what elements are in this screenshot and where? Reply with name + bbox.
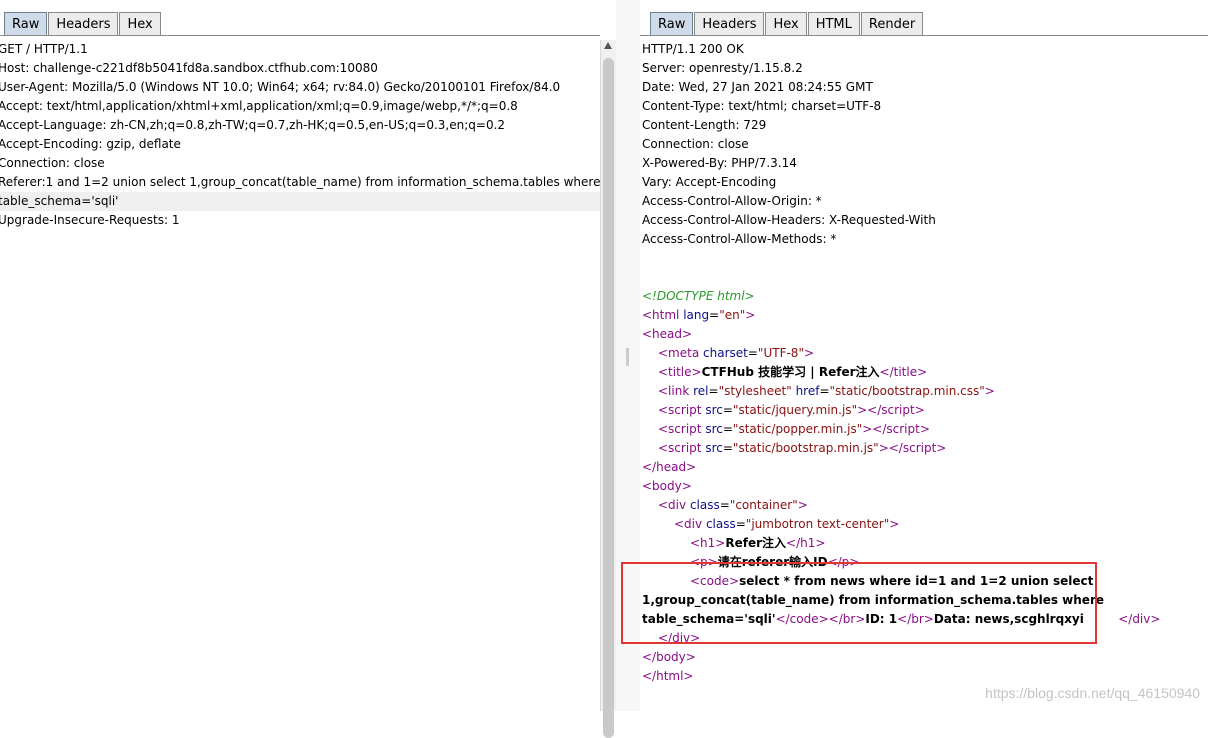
meta-line: <meta charset="UTF-8">	[658, 346, 815, 360]
head-close-line: </head>	[642, 460, 697, 474]
request-line[interactable]: GET / HTTP/1.1	[0, 40, 600, 59]
script-line: <script src="static/bootstrap.min.js"></…	[658, 441, 947, 455]
request-scrollbar[interactable]	[600, 40, 616, 738]
div-jumbotron-class: jumbotron text-center	[751, 517, 884, 531]
response-header-line: Access-Control-Allow-Headers: X-Requeste…	[642, 213, 936, 227]
request-tabs: Raw Headers Hex	[4, 9, 162, 36]
response-header-line: Date: Wed, 27 Jan 2021 08:24:55 GMT	[642, 80, 873, 94]
request-pane: Raw Headers Hex GET / HTTP/1.1 Host: cha…	[0, 0, 600, 711]
doctype-line: <!DOCTYPE html>	[642, 289, 755, 303]
response-tab-divider	[640, 35, 1208, 36]
link-href-value: static/bootstrap.min.css	[835, 384, 980, 398]
body-close-line: </body>	[642, 650, 696, 664]
div-jumbotron-line: <div class="jumbotron text-center">	[674, 517, 900, 531]
response-tab-hex[interactable]: Hex	[765, 12, 807, 36]
scrollbar-thumb[interactable]	[603, 58, 614, 738]
request-tab-hex[interactable]: Hex	[119, 12, 161, 36]
response-header-line: Connection: close	[642, 137, 749, 151]
meta-charset-value: UTF-8	[763, 346, 799, 360]
response-header-line: Content-Type: text/html; charset=UTF-8	[642, 99, 882, 113]
script-src-value: static/bootstrap.min.js	[738, 441, 874, 455]
script-src-value: static/jquery.min.js	[738, 403, 852, 417]
link-line: <link rel="stylesheet" href="static/boot…	[658, 384, 995, 398]
request-line[interactable]: Referer:1 and 1=2 union select 1,group_c…	[0, 173, 600, 192]
h1-text: Refer注入	[725, 536, 787, 550]
link-rel-value: stylesheet	[724, 384, 787, 398]
scroll-up-arrow-icon[interactable]	[604, 42, 612, 49]
script-line: <script src="static/popper.min.js"></scr…	[658, 422, 930, 436]
html-lang-value: en	[724, 308, 740, 322]
response-header-line: HTTP/1.1 200 OK	[642, 42, 744, 56]
script-src-value: static/popper.min.js	[738, 422, 857, 436]
h1-line: <h1>Refer注入</h1>	[690, 536, 826, 550]
response-tab-headers[interactable]: Headers	[694, 12, 765, 36]
request-line-current[interactable]: table_schema='sqli'	[0, 192, 600, 211]
div-container-class: container	[735, 498, 793, 512]
request-line[interactable]: Accept-Language: zh-CN,zh;q=0.8,zh-TW;q=…	[0, 116, 600, 135]
request-tab-divider	[0, 35, 600, 36]
body-open-line: <body>	[642, 479, 692, 493]
watermark: https://blog.csdn.net/qq_46150940	[985, 685, 1200, 701]
response-header-line: Content-Length: 729	[642, 118, 767, 132]
request-tab-headers[interactable]: Headers	[48, 12, 119, 36]
request-line[interactable]: Accept-Encoding: gzip, deflate	[0, 135, 600, 154]
request-editor[interactable]: GET / HTTP/1.1 Host: challenge-c221df8b5…	[0, 40, 600, 230]
response-header-line: X-Powered-By: PHP/7.3.14	[642, 156, 797, 170]
head-open-line: <head>	[642, 327, 693, 341]
request-tab-raw[interactable]: Raw	[4, 12, 48, 36]
request-line[interactable]: User-Agent: Mozilla/5.0 (Windows NT 10.0…	[0, 78, 600, 97]
response-header-line: Access-Control-Allow-Methods: *	[642, 232, 837, 246]
request-line[interactable]: Host: challenge-c221df8b5041fd8a.sandbox…	[0, 59, 600, 78]
response-tab-html[interactable]: HTML	[807, 12, 860, 36]
request-line[interactable]: Upgrade-Insecure-Requests: 1	[0, 211, 600, 230]
request-line[interactable]: Connection: close	[0, 154, 600, 173]
response-header-line: Server: openresty/1.15.8.2	[642, 61, 803, 75]
red-highlight-box	[621, 562, 1097, 644]
response-header-line: Vary: Accept-Encoding	[642, 175, 777, 189]
request-line[interactable]: Accept: text/html,application/xhtml+xml,…	[0, 97, 600, 116]
response-tabs: Raw Headers Hex HTML Render	[650, 9, 924, 36]
title-text: CTFHub 技能学习 | Refer注入	[701, 365, 880, 379]
script-line: <script src="static/jquery.min.js"></scr…	[658, 403, 925, 417]
html-close-line: </html>	[642, 669, 694, 683]
splitter-grip-icon[interactable]	[626, 348, 629, 366]
response-header-line: Access-Control-Allow-Origin: *	[642, 194, 822, 208]
title-line: <title>CTFHub 技能学习 | Refer注入</title>	[658, 365, 928, 379]
response-tab-render[interactable]: Render	[860, 12, 924, 36]
div-container-line: <div class="container">	[658, 498, 808, 512]
response-tab-raw[interactable]: Raw	[650, 12, 694, 36]
html-open-line: <html lang="en">	[642, 308, 756, 322]
